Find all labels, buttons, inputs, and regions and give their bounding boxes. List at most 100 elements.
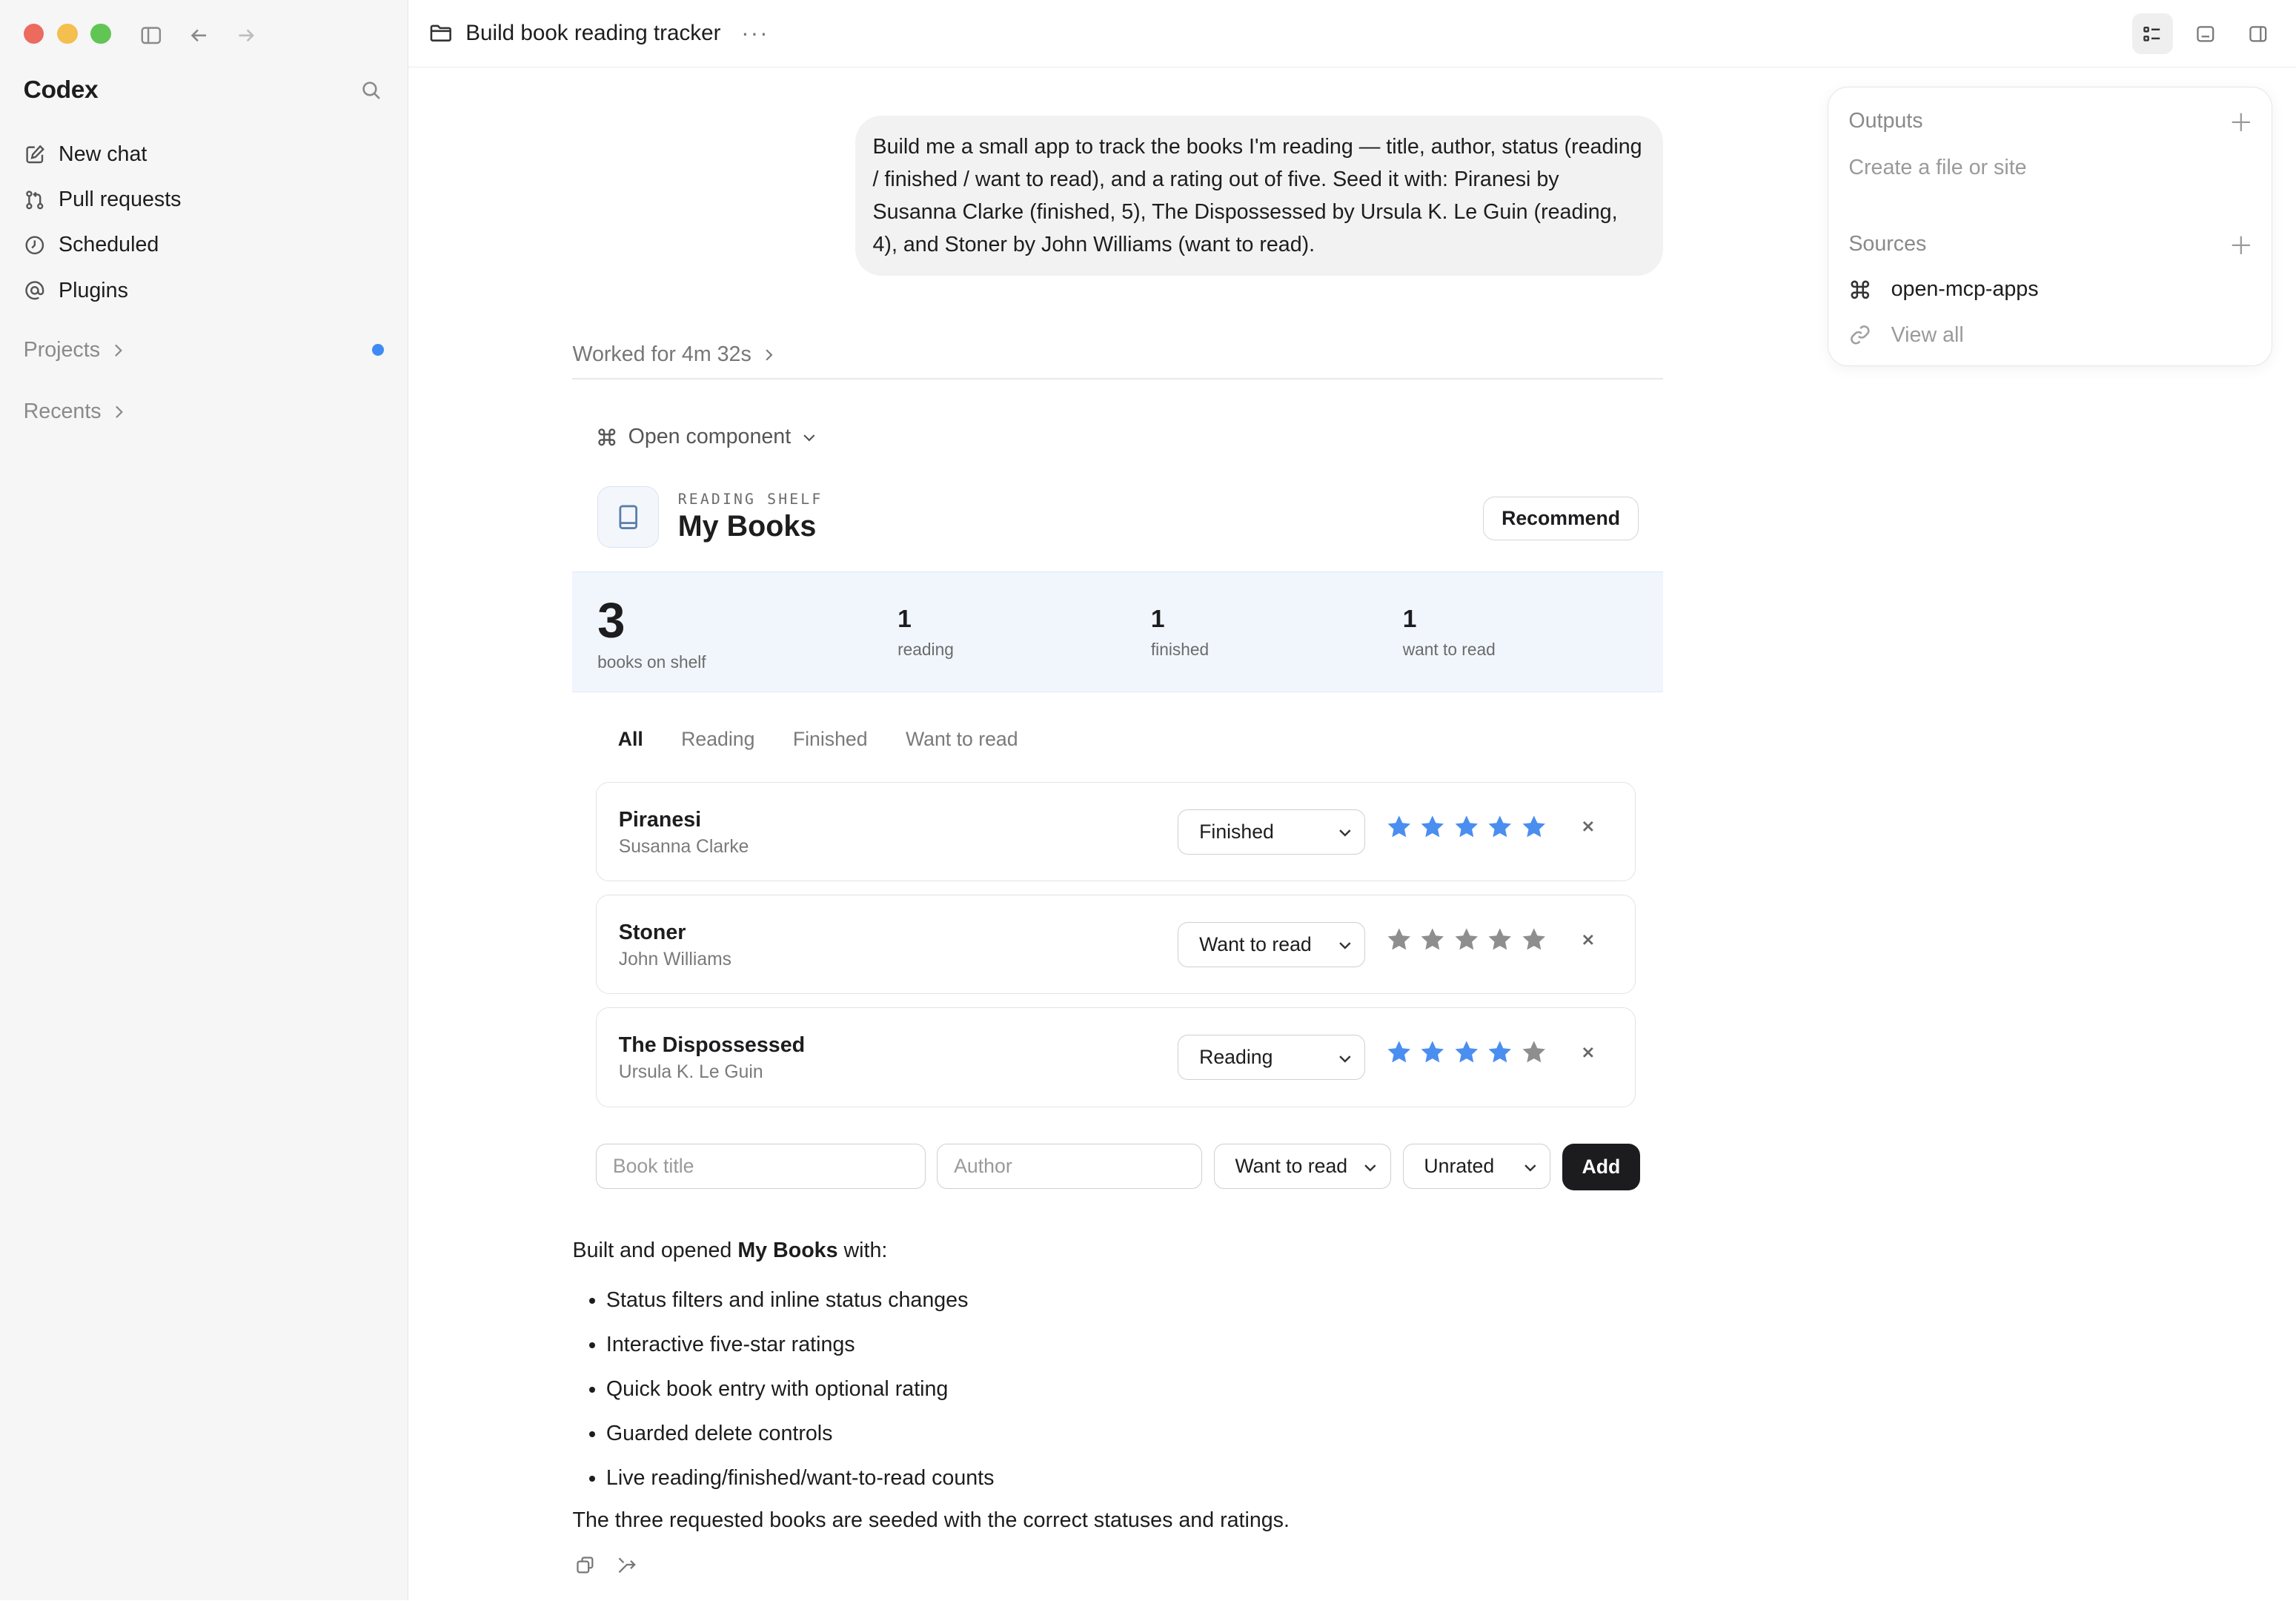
delete-icon[interactable] — [1579, 1044, 1597, 1061]
summary-bullet: Guarded delete controls — [606, 1418, 1663, 1462]
book-title-input[interactable] — [596, 1144, 926, 1190]
book-status-select[interactable]: Finished — [1178, 809, 1366, 855]
book-row: Piranesi Susanna Clarke Finished — [596, 782, 1636, 882]
star-empty-icon[interactable] — [1521, 927, 1547, 953]
author-input[interactable] — [937, 1144, 1203, 1190]
top-bar: Build book reading tracker ··· — [408, 0, 2296, 67]
sidebar-item-new-chat[interactable]: New chat — [24, 132, 390, 177]
more-options-button[interactable]: ··· — [741, 19, 769, 47]
sidebar-projects[interactable]: Projects — [24, 338, 127, 362]
worked-for-toggle[interactable]: Worked for 4m 32s — [572, 342, 776, 367]
tab-reading[interactable]: Reading — [681, 728, 754, 751]
summary-outro: The three requested books are seeded wit… — [572, 1508, 1290, 1532]
tab-want-to-read[interactable]: Want to read — [906, 728, 1018, 751]
chevron-down-icon — [1339, 829, 1351, 837]
sidebar-recents[interactable]: Recents — [24, 400, 128, 424]
outputs-panel-toggle[interactable] — [2131, 13, 2173, 55]
bottom-panel-icon — [2196, 25, 2214, 42]
forward-arrow-icon[interactable] — [231, 21, 261, 50]
zoom-window-button[interactable] — [90, 23, 112, 44]
back-arrow-icon[interactable] — [185, 21, 214, 50]
unread-indicator — [371, 344, 384, 357]
git-pull-request-icon — [25, 190, 43, 210]
source-item-open-mcp-apps[interactable]: open-mcp-apps — [1848, 277, 2039, 302]
star-empty-icon[interactable] — [1419, 927, 1446, 953]
add-book-button[interactable]: Add — [1562, 1144, 1640, 1191]
pencil-square-icon — [26, 145, 44, 163]
star-filled-icon[interactable] — [1453, 1039, 1480, 1066]
view-all-label: View all — [1891, 322, 1964, 347]
finished-count: 1 — [1150, 605, 1165, 633]
sidebar-item-label: Pull requests — [59, 188, 182, 212]
star-filled-icon[interactable] — [1419, 814, 1446, 841]
star-empty-icon[interactable] — [1487, 927, 1513, 953]
book-author: Ursula K. Le Guin — [618, 1062, 763, 1083]
outputs-heading: Outputs — [1848, 109, 1923, 133]
add-output-icon[interactable] — [2231, 112, 2252, 133]
create-file-link[interactable]: Create a file or site — [1848, 156, 2026, 180]
add-source-icon[interactable] — [2231, 235, 2252, 256]
summary-list: Status filters and inline status changes… — [572, 1285, 1663, 1507]
close-window-button[interactable] — [23, 23, 44, 44]
book-status-select[interactable]: Reading — [1178, 1034, 1366, 1081]
star-filled-icon[interactable] — [1386, 1039, 1413, 1066]
chevron-right-icon — [116, 405, 124, 419]
star-filled-icon[interactable] — [1487, 1039, 1513, 1066]
open-component-label: Open component — [628, 424, 792, 448]
book-status-value: Finished — [1199, 820, 1274, 843]
worked-for-label: Worked for 4m 32s — [572, 342, 751, 367]
link-icon — [1851, 325, 1870, 345]
book-author: John Williams — [618, 949, 732, 970]
finished-count-label: finished — [1150, 639, 1210, 659]
book-icon — [597, 485, 660, 548]
star-filled-icon[interactable] — [1386, 814, 1413, 841]
outputs-panel: Outputs Create a file or site Sources op… — [1827, 86, 2273, 366]
total-count: 3 — [597, 593, 626, 649]
sidebar-item-plugins[interactable]: Plugins — [24, 268, 390, 314]
copy-icon[interactable] — [575, 1555, 596, 1576]
fork-icon[interactable] — [617, 1555, 637, 1576]
new-status-select[interactable]: Want to read — [1213, 1144, 1391, 1190]
star-filled-icon[interactable] — [1453, 814, 1480, 841]
sidebar-item-scheduled[interactable]: Scheduled — [24, 222, 390, 268]
view-all-sources-link[interactable]: View all — [1848, 322, 1964, 348]
search-icon[interactable] — [360, 79, 387, 106]
tab-finished[interactable]: Finished — [793, 728, 868, 751]
new-rating-select[interactable]: Unrated — [1402, 1144, 1551, 1190]
star-empty-icon[interactable] — [1453, 927, 1480, 953]
reading-count: 1 — [898, 605, 912, 633]
star-empty-icon[interactable] — [1386, 927, 1413, 953]
summary-intro: Built and opened My Books with: — [572, 1239, 1663, 1270]
sidebar-item-pull-requests[interactable]: Pull requests — [24, 177, 390, 222]
thread-title: Build book reading tracker — [465, 20, 721, 45]
source-label: open-mcp-apps — [1891, 277, 2039, 302]
star-filled-icon[interactable] — [1419, 1039, 1446, 1066]
app-eyebrow: READING SHELF — [677, 490, 823, 508]
assistant-summary: Built and opened My Books with: Status f… — [572, 1239, 1663, 1532]
summary-bullet: Live reading/finished/want-to-read count… — [606, 1462, 1663, 1507]
side-panel-toggle[interactable] — [2237, 13, 2278, 54]
terminal-panel-toggle[interactable] — [2185, 13, 2226, 54]
star-filled-icon[interactable] — [1521, 814, 1547, 841]
recommend-button[interactable]: Recommend — [1483, 496, 1639, 541]
chevron-down-icon — [1524, 1164, 1536, 1172]
app-brand: Codex — [23, 76, 99, 104]
open-component-button[interactable]: Open component — [596, 425, 817, 449]
tab-all[interactable]: All — [618, 728, 643, 751]
stats-bar: 3 books on shelf 1 reading 1 finished 1 … — [572, 571, 1664, 693]
star-rating — [1386, 927, 1547, 953]
minimize-window-button[interactable] — [57, 23, 78, 44]
new-status-value: Want to read — [1235, 1155, 1348, 1178]
sidebar-item-label: New chat — [59, 142, 147, 166]
delete-icon[interactable] — [1579, 818, 1597, 835]
book-row: Stoner John Williams Want to read — [596, 895, 1636, 995]
book-title: The Dispossessed — [618, 1032, 806, 1057]
star-empty-icon[interactable] — [1521, 1039, 1547, 1066]
delete-icon[interactable] — [1579, 931, 1597, 949]
star-rating — [1386, 1039, 1547, 1066]
star-filled-icon[interactable] — [1487, 814, 1513, 841]
book-title: Stoner — [618, 920, 686, 944]
folder-icon — [430, 24, 451, 42]
book-status-select[interactable]: Want to read — [1178, 921, 1366, 967]
toggle-sidebar-icon[interactable] — [136, 21, 166, 50]
